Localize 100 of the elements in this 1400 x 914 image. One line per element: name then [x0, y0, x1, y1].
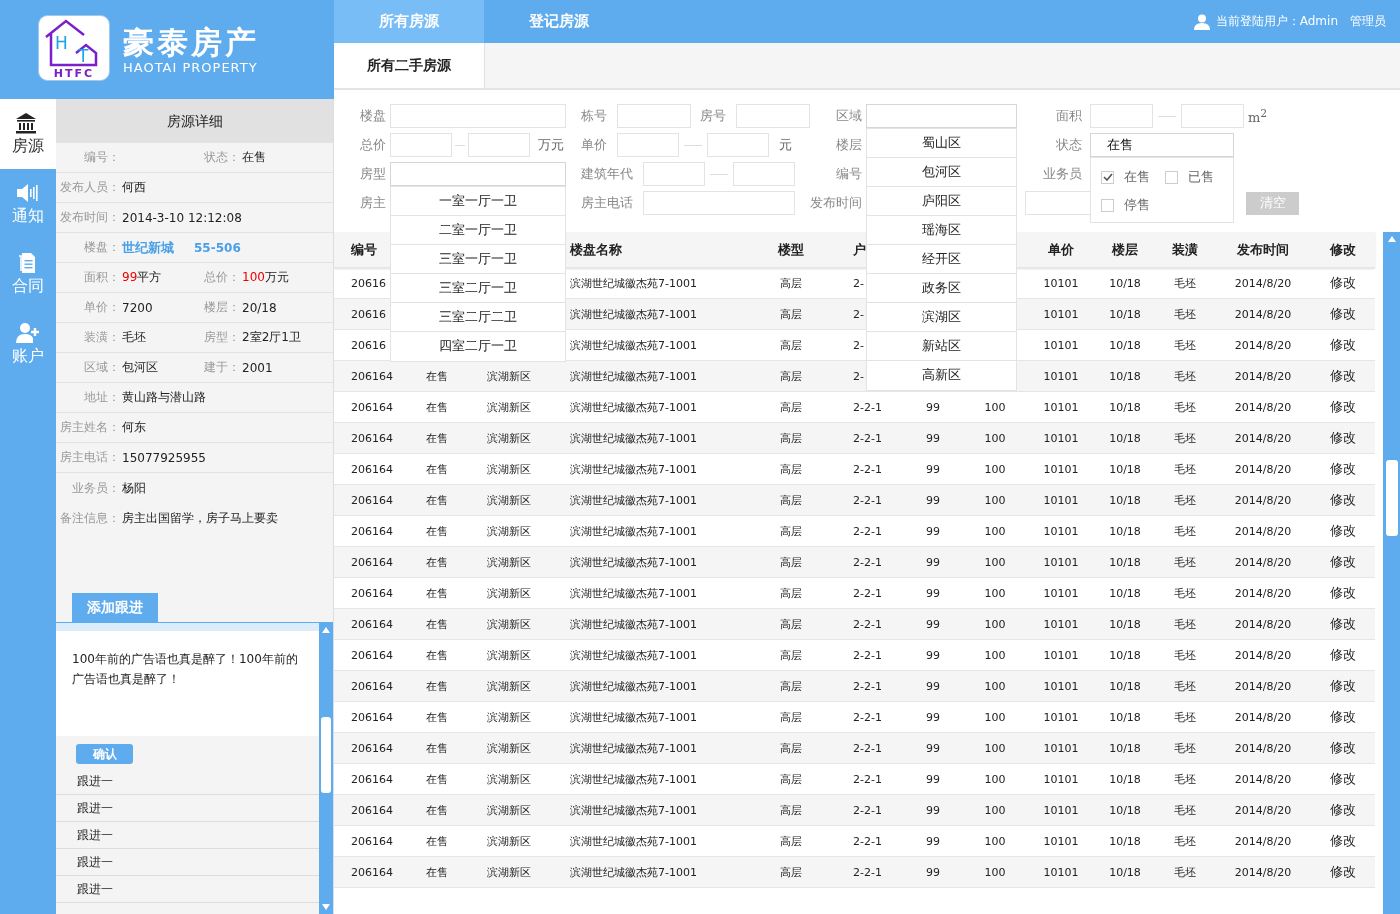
option-label: 在售 [1124, 168, 1150, 186]
table-cell-text: 10/18 [1108, 338, 1142, 352]
input-field[interactable] [643, 191, 795, 215]
edit-link[interactable]: 修改 [1329, 430, 1356, 445]
table-cell-text: 在售 [425, 647, 449, 663]
input-field[interactable] [736, 104, 810, 128]
sub-tab[interactable]: 所有二手房源 [334, 43, 485, 88]
edit-link[interactable]: 修改 [1329, 399, 1356, 414]
follow-up-item[interactable]: 跟进一 [56, 768, 319, 795]
table-cell-text: 10101 [1042, 741, 1080, 755]
checkbox[interactable] [1101, 170, 1114, 184]
edit-link[interactable]: 修改 [1329, 802, 1356, 817]
edit-link[interactable]: 修改 [1329, 864, 1356, 879]
table-cell-text: 在售 [425, 802, 449, 818]
dropdown-option[interactable]: 一室一厅一卫 [391, 187, 565, 216]
nav-label: 合同 [12, 276, 44, 296]
column-header: 单价 [1047, 240, 1075, 259]
table-cell-text: 滨湖世纪城徽杰苑7-1001 [569, 337, 698, 353]
column-header: 楼盘名称 [568, 240, 623, 259]
table-cell-text: 在售 [425, 585, 449, 601]
input-field[interactable] [390, 133, 452, 157]
dropdown-option[interactable]: 四室二厅一卫 [391, 332, 565, 361]
scrollbar-thumb[interactable] [321, 717, 331, 793]
dropdown-option[interactable]: 三室一厅一卫 [391, 245, 565, 274]
follow-up-item[interactable]: 跟进一 [56, 822, 319, 849]
edit-link[interactable]: 修改 [1329, 678, 1356, 693]
dropdown-option[interactable]: 高新区 [867, 361, 1016, 390]
dropdown-option[interactable]: 新站区 [867, 332, 1016, 361]
edit-link[interactable]: 修改 [1329, 740, 1356, 755]
dropdown-option[interactable]: 政务区 [867, 274, 1016, 303]
input-field[interactable] [617, 133, 679, 157]
dropdown-field[interactable]: 在售 [1090, 133, 1234, 157]
table-cell-text: 206164 [350, 400, 394, 414]
edit-link[interactable]: 修改 [1329, 368, 1356, 383]
dropdown-option[interactable]: 三室二厅二卫 [391, 303, 565, 332]
input-field[interactable] [707, 133, 769, 157]
table-cell-text: 2- [852, 307, 865, 321]
dropdown-option[interactable]: 蜀山区 [867, 129, 1016, 158]
input-field[interactable] [733, 162, 795, 186]
table-cell-text: 100 [983, 493, 1007, 507]
edit-link[interactable]: 修改 [1329, 771, 1356, 786]
dropdown-option[interactable]: 三室二厅一卫 [391, 274, 565, 303]
edit-link[interactable]: 修改 [1329, 275, 1356, 290]
dropdown-option[interactable]: 经开区 [867, 245, 1016, 274]
edit-link[interactable]: 修改 [1329, 647, 1356, 662]
table-cell-text: 滨湖新区 [486, 678, 532, 694]
scrollbar-thumb[interactable] [1385, 460, 1398, 536]
edit-link[interactable]: 修改 [1329, 616, 1356, 631]
edit-link[interactable]: 修改 [1329, 492, 1356, 507]
dropdown-option[interactable]: 滨湖区 [867, 303, 1016, 332]
table-cell-text: 毛坯 [1173, 585, 1197, 601]
edit-link[interactable]: 修改 [1329, 523, 1356, 538]
edit-link[interactable]: 修改 [1329, 709, 1356, 724]
input-field[interactable] [390, 104, 566, 128]
table-cell-text: 10101 [1042, 555, 1080, 569]
dropdown-option[interactable]: 瑶海区 [867, 216, 1016, 245]
edit-link[interactable]: 修改 [1329, 585, 1356, 600]
field-label: 区域 [835, 107, 863, 125]
scrollbar[interactable] [1383, 232, 1400, 914]
follow-up-item[interactable]: 跟进一 [56, 876, 319, 903]
input-field[interactable] [1181, 104, 1244, 128]
table-cell-text: 高层 [779, 647, 803, 663]
dropdown-option[interactable]: 包河区 [867, 158, 1016, 187]
input-field[interactable] [1090, 104, 1153, 128]
follow-up-item[interactable]: 跟进一 [56, 795, 319, 822]
dropdown-field[interactable] [866, 104, 1017, 128]
dropdown-field[interactable] [390, 162, 566, 186]
field-value: 杨阳 [122, 479, 146, 497]
field-value: 2室2厅1卫 [242, 329, 301, 346]
user-icon [1193, 13, 1210, 30]
field-value: 何东 [122, 419, 146, 436]
scrollbar[interactable] [319, 623, 333, 914]
input-field[interactable] [617, 104, 691, 128]
edit-link[interactable]: 修改 [1329, 554, 1356, 569]
table-cell-text: 高层 [779, 337, 803, 353]
table-cell-text: 10/18 [1108, 741, 1142, 755]
table-cell-text: 毛坯 [1173, 647, 1197, 663]
table-cell-text: 滨湖新区 [486, 616, 532, 632]
table-cell-text: 100 [983, 555, 1007, 569]
field-label: 总价： [203, 269, 240, 286]
table-cell-text: 毛坯 [1173, 523, 1197, 539]
table-cell-text: 滨湖世纪城徽杰苑7-1001 [569, 709, 698, 725]
edit-link[interactable]: 修改 [1329, 833, 1356, 848]
edit-link[interactable]: 修改 [1329, 461, 1356, 476]
dropdown-option[interactable]: 庐阳区 [867, 187, 1016, 216]
input-field[interactable] [468, 133, 530, 157]
checkbox[interactable] [1101, 198, 1114, 212]
input-field[interactable] [643, 162, 705, 186]
table-cell-text: 10101 [1042, 493, 1080, 507]
nav-item[interactable]: 房源 [0, 99, 56, 169]
dropdown-option[interactable]: 二室一厅一卫 [391, 216, 565, 245]
table-cell-text: 毛坯 [1173, 678, 1197, 694]
follow-up-item[interactable]: 跟进一 [56, 849, 319, 876]
table-cell-text: 10101 [1042, 307, 1080, 321]
table-cell-text: 206164 [350, 493, 394, 507]
table-cell-text: 10101 [1042, 462, 1080, 476]
edit-link[interactable]: 修改 [1329, 337, 1356, 352]
edit-link[interactable]: 修改 [1329, 306, 1356, 321]
checkbox[interactable] [1165, 170, 1178, 184]
field-label: 房主电话 [581, 194, 633, 212]
